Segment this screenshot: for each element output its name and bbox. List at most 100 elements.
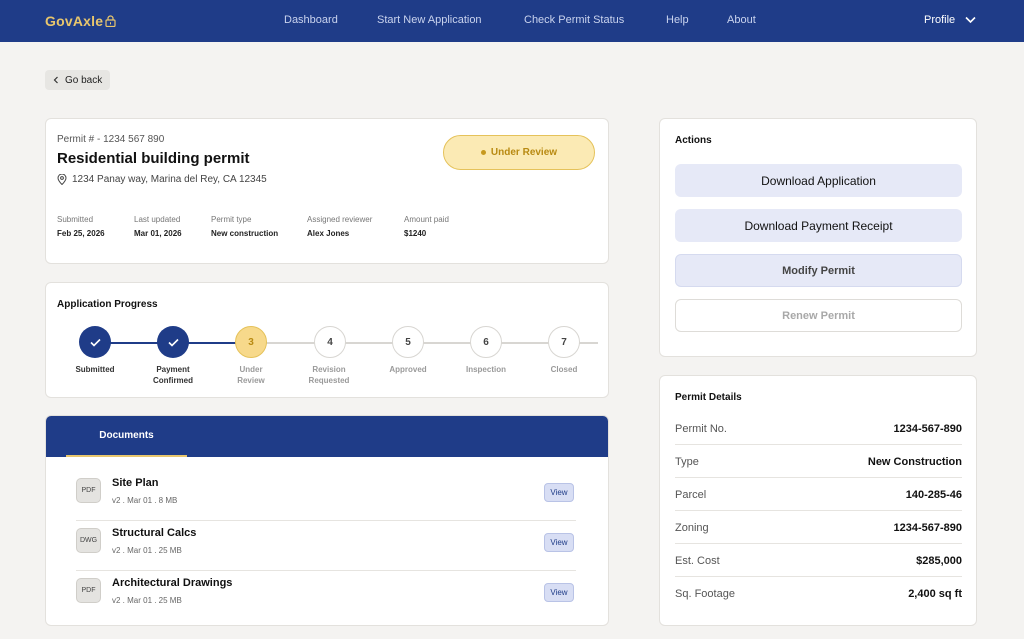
detail-value: 1234-567-890: [893, 423, 962, 435]
permit-details-title: Permit Details: [675, 392, 742, 403]
meta-label: Last updated: [134, 215, 181, 224]
document-meta: v2 . Mar 01 . 8 MB: [112, 496, 178, 505]
nav-about[interactable]: About: [727, 14, 756, 26]
modify-permit-button[interactable]: Modify Permit: [675, 254, 962, 287]
nav-help[interactable]: Help: [666, 14, 689, 26]
document-meta: v2 . Mar 01 . 25 MB: [112, 546, 182, 555]
detail-label: Type: [675, 456, 699, 468]
permit-address-text: 1234 Panay way, Marina del Rey, CA 12345: [72, 174, 267, 185]
meta-last-updated: Last updated Mar 01, 2026: [134, 215, 182, 238]
meta-value: Feb 25, 2026: [57, 229, 105, 238]
view-document-button[interactable]: View: [544, 533, 574, 552]
logo[interactable]: GovAxle: [45, 13, 116, 29]
detail-value: $285,000: [916, 555, 962, 567]
step-submitted: [79, 326, 111, 358]
meta-amount-paid: Amount paid $1240: [404, 215, 449, 238]
step-inspection: 6: [470, 326, 502, 358]
meta-label: Submitted: [57, 215, 94, 224]
documents-tab-bar: Documents: [46, 416, 608, 457]
nav-start-new-application[interactable]: Start New Application: [377, 14, 482, 26]
document-row: PDF Architectural Drawings v2 . Mar 01 .…: [76, 571, 576, 621]
nav-check-permit-status[interactable]: Check Permit Status: [524, 14, 624, 26]
permit-details-card: Permit Details Permit No. 1234-567-890 T…: [659, 375, 977, 626]
meta-value: $1240: [404, 229, 427, 238]
detail-row-zoning: Zoning 1234-567-890: [675, 511, 962, 544]
download-payment-receipt-button[interactable]: Download Payment Receipt: [675, 209, 962, 242]
detail-value: New Construction: [867, 456, 962, 468]
checkmark-icon: [89, 338, 101, 347]
detail-value: 140-285-46: [905, 489, 962, 501]
profile-menu[interactable]: Profile: [924, 14, 976, 26]
permit-number: Permit # - 1234 567 890: [57, 134, 165, 145]
actions-card: Actions Download Application Download Pa…: [659, 118, 977, 357]
step-payment-confirmed: [157, 326, 189, 358]
step-label: Submitted: [75, 365, 115, 374]
permit-address: 1234 Panay way, Marina del Rey, CA 12345: [57, 174, 267, 185]
step-closed: 7: [548, 326, 580, 358]
document-name: Site Plan: [112, 477, 159, 489]
document-row: DWG Structural Calcs v2 . Mar 01 . 25 MB…: [76, 521, 576, 571]
progress-title: Application Progress: [57, 299, 158, 310]
document-name: Structural Calcs: [112, 527, 197, 539]
step-label: Inspection: [465, 365, 506, 374]
document-name: Architectural Drawings: [112, 577, 233, 589]
logo-text: GovAxle: [45, 13, 104, 29]
actions-title: Actions: [675, 135, 712, 146]
status-badge-label: Under Review: [490, 147, 558, 158]
detail-row-type: Type New Construction: [675, 445, 962, 478]
document-meta: v2 . Mar 01 . 25 MB: [112, 596, 182, 605]
view-document-button[interactable]: View: [544, 583, 574, 602]
meta-value: Alex Jones: [307, 229, 350, 238]
detail-label: Permit No.: [675, 423, 727, 435]
step-label: Payment Confirmed: [153, 365, 193, 385]
view-document-button[interactable]: View: [544, 483, 574, 502]
meta-value: Mar 01, 2026: [134, 229, 182, 238]
pdf-file-icon: PDF: [76, 478, 101, 503]
chevron-down-icon: [965, 16, 976, 24]
detail-value: 2,400 sq ft: [908, 588, 962, 600]
detail-row-permit-no: Permit No. 1234-567-890: [675, 412, 962, 445]
step-label: Closed: [550, 365, 578, 374]
top-navbar: GovAxle Dashboard Start New Application …: [0, 0, 1024, 42]
profile-label: Profile: [924, 14, 956, 26]
step-label: Revision Requested: [308, 365, 350, 385]
step-under-review: 3: [235, 326, 267, 358]
detail-row-est-cost: Est. Cost $285,000: [675, 544, 962, 577]
dwg-file-icon: DWG: [76, 528, 101, 553]
permit-summary-card: Permit # - 1234 567 890 Residential buil…: [45, 118, 609, 264]
step-approved: 5: [392, 326, 424, 358]
lock-icon: [105, 15, 116, 27]
renew-permit-button[interactable]: Renew Permit: [675, 299, 962, 332]
status-dot-icon: [480, 150, 486, 155]
location-pin-icon: [57, 174, 67, 185]
step-label: Approved: [389, 365, 427, 374]
permit-title: Residential building permit: [57, 150, 250, 167]
checkmark-icon: [167, 338, 179, 347]
status-badge: Under Review: [443, 135, 595, 170]
detail-row-parcel: Parcel 140-285-46: [675, 478, 962, 511]
detail-label: Parcel: [675, 489, 707, 501]
meta-assigned-reviewer: Assigned reviewer Alex Jones: [307, 215, 372, 238]
meta-value: New construction: [211, 229, 279, 238]
meta-submitted: Submitted Feb 25, 2026: [57, 215, 105, 238]
go-back-label: Go back: [65, 74, 103, 86]
application-progress-card: Application Progress 3 4 5 6 7 Submitted…: [45, 282, 609, 398]
chevron-left-icon: [53, 76, 58, 84]
detail-label: Sq. Footage: [675, 588, 735, 600]
download-application-button[interactable]: Download Application: [675, 164, 962, 197]
pdf-file-icon: PDF: [76, 578, 101, 603]
meta-label: Permit type: [211, 215, 252, 224]
detail-label: Est. Cost: [675, 555, 720, 567]
go-back-button[interactable]: Go back: [45, 70, 111, 90]
detail-value: 1234-567-890: [893, 522, 962, 534]
meta-label: Assigned reviewer: [307, 215, 373, 224]
meta-permit-type: Permit type New construction: [211, 215, 278, 238]
document-row: PDF Site Plan v2 . Mar 01 . 8 MB View: [76, 471, 576, 521]
step-revision-requested: 4: [314, 326, 346, 358]
detail-row-sq-footage: Sq. Footage 2,400 sq ft: [675, 577, 962, 610]
detail-label: Zoning: [675, 522, 709, 534]
meta-label: Amount paid: [404, 215, 449, 224]
tab-documents[interactable]: Documents: [66, 416, 187, 457]
nav-dashboard[interactable]: Dashboard: [284, 14, 338, 26]
documents-card: Documents PDF Site Plan v2 . Mar 01 . 8 …: [45, 415, 609, 626]
